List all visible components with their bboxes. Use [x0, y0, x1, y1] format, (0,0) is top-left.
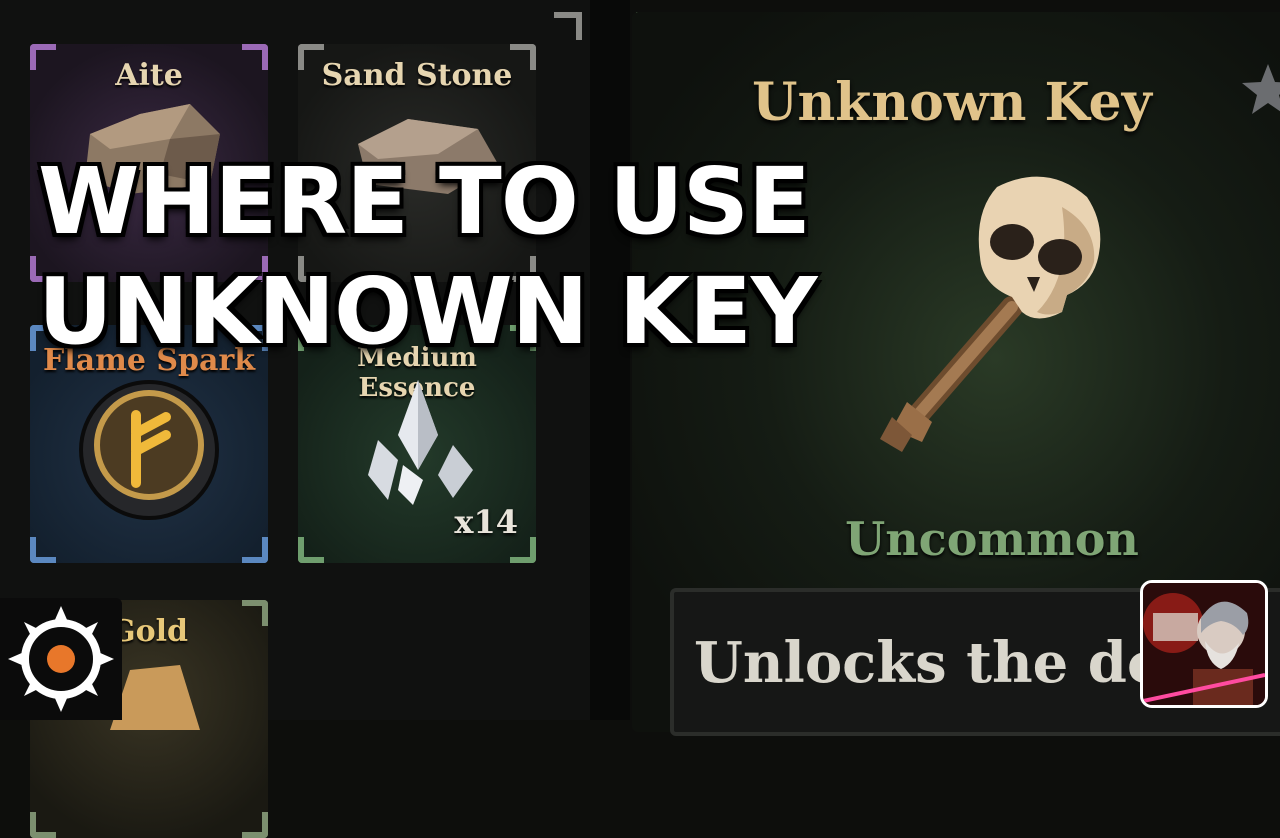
item-description: Unlocks the do: [694, 630, 1165, 696]
item-count: x14: [454, 503, 518, 541]
channel-logo-icon: [8, 606, 114, 712]
slot-title: Sand Stone: [321, 58, 513, 93]
character-avatar: [1140, 580, 1268, 708]
slot-title: Aite: [115, 58, 183, 93]
item-rarity: Uncommon: [845, 512, 1139, 566]
channel-logo-badge: [0, 598, 122, 720]
item-name: Unknown Key: [752, 72, 1152, 133]
inventory-corner-bracket: [554, 12, 582, 40]
headline-line-2: UNKNOWN KEY: [38, 258, 817, 365]
flame-spark-rune-icon: [79, 380, 219, 520]
medium-essence-crystal-icon: [368, 380, 473, 505]
headline-line-1: WHERE TO USE: [38, 148, 811, 255]
skull-key-icon: [880, 176, 1101, 452]
character-avatar-art: [1143, 583, 1265, 705]
favorite-star-icon[interactable]: [1238, 60, 1280, 120]
